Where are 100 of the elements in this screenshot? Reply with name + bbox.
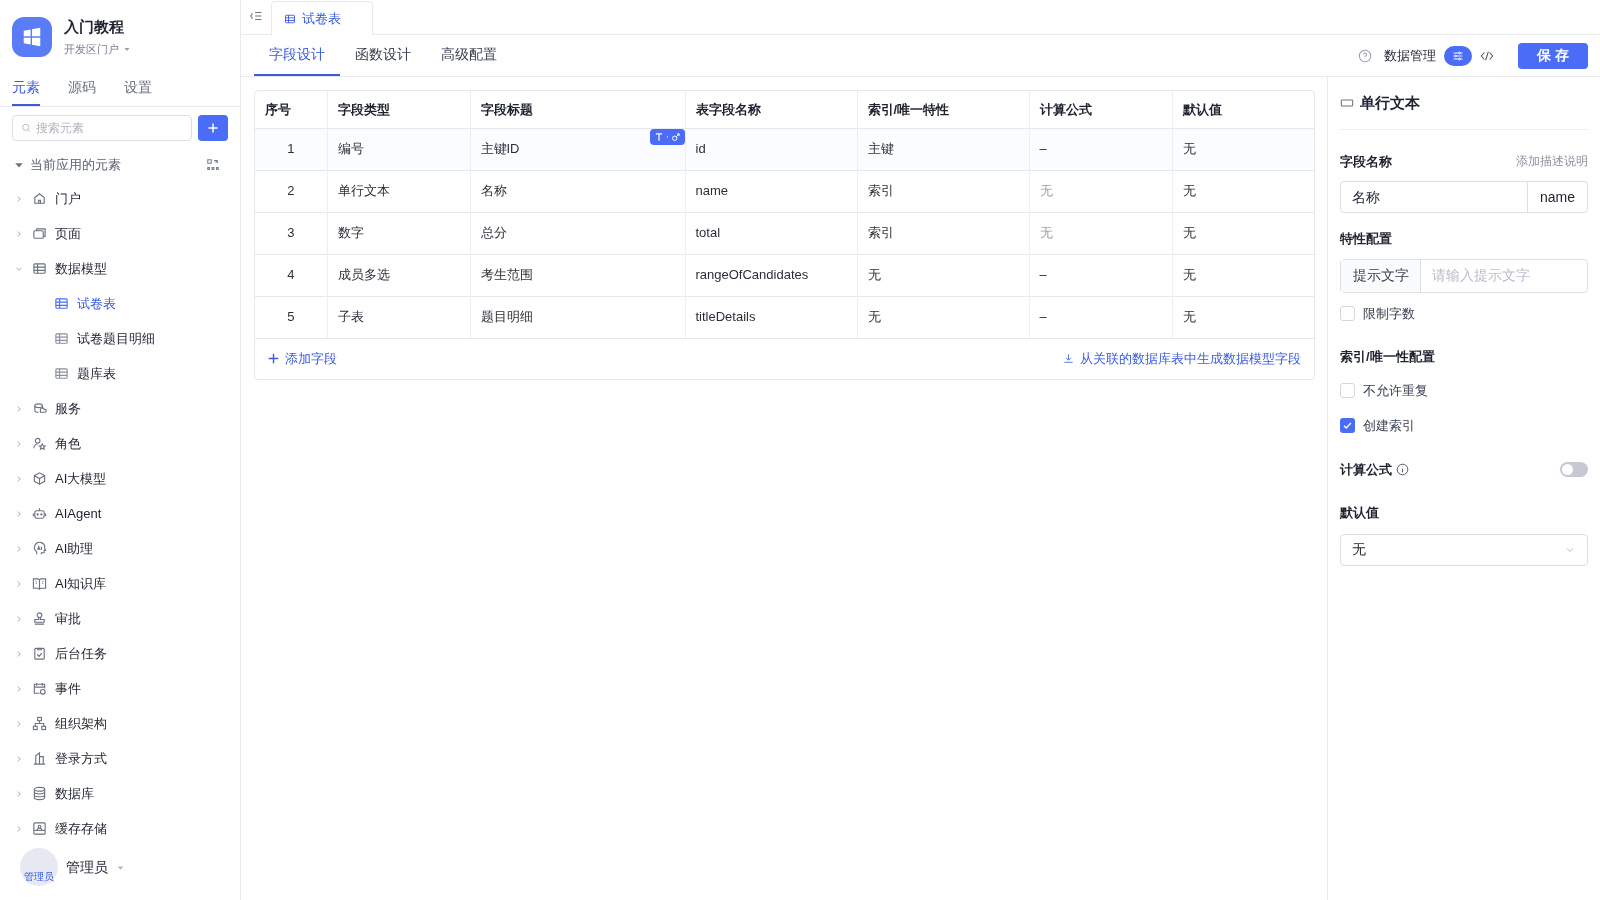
panel-title: 单行文本 xyxy=(1360,93,1420,113)
checkbox[interactable] xyxy=(1340,305,1355,321)
table-cell: 无 xyxy=(867,309,881,325)
tab[interactable]: 函数设计 xyxy=(340,35,426,76)
building-icon xyxy=(32,751,47,766)
save-button[interactable]: 保 存 xyxy=(1518,42,1588,69)
add-button[interactable] xyxy=(198,115,228,141)
checkmark-icon xyxy=(1342,420,1353,432)
tab[interactable]: 字段设计 xyxy=(254,35,340,76)
table-cell: name xyxy=(695,183,729,199)
table-cell: rangeOfCandidates xyxy=(695,267,809,283)
tree-item[interactable]: 组织架构 xyxy=(0,706,240,741)
table-icon xyxy=(54,296,69,311)
checkbox-label: 创建索引 xyxy=(1363,417,1415,435)
table-row[interactable]: 2 单行文本 名称 name 索引 无 无 xyxy=(255,170,1314,212)
field-name-input[interactable]: name xyxy=(1527,182,1587,212)
calendar-clock-icon xyxy=(32,681,47,696)
section-label: 计算公式 xyxy=(1340,460,1392,479)
editor-tab[interactable]: 试卷表 xyxy=(271,1,373,35)
collapse-sidebar-icon[interactable] xyxy=(249,9,263,23)
text-type-icon xyxy=(653,131,664,142)
default-value-select[interactable]: 无 xyxy=(1340,533,1588,566)
table-row[interactable]: 5 子表 题目明细 titleDetails 无 – 无 xyxy=(255,296,1314,338)
hint-text-input-group[interactable]: 提示文字 请输入提示文字 xyxy=(1340,258,1588,293)
column-header: 计算公式 xyxy=(1029,91,1172,128)
user-name[interactable]: 管理员 xyxy=(66,856,108,878)
tree-item[interactable]: AIAgent xyxy=(0,496,240,531)
tree-item[interactable]: 页面 xyxy=(0,216,240,251)
column-header: 序号 xyxy=(255,91,327,128)
sidebar-tab[interactable]: 元素 xyxy=(12,77,40,106)
field-name-input-group[interactable]: 名称 name xyxy=(1340,181,1588,213)
tree-item[interactable]: 缓存存储 xyxy=(0,811,240,846)
window-logo-icon xyxy=(21,25,43,48)
generate-fields-link[interactable]: 从关联的数据库表中生成数据模型字段 xyxy=(1063,348,1301,369)
table-cell: 考生范围 xyxy=(480,267,533,283)
add-field-button[interactable]: 添加字段 xyxy=(268,348,337,369)
help-icon[interactable] xyxy=(1358,48,1373,63)
user-star-icon xyxy=(32,436,47,451)
table-cell: 3 xyxy=(287,225,295,241)
tree-item[interactable]: 事件 xyxy=(0,671,240,706)
tab[interactable]: 高级配置 xyxy=(426,35,512,76)
table-cell: 无 xyxy=(1182,309,1196,325)
hint-text-input[interactable]: 请输入提示文字 xyxy=(1421,259,1587,292)
table-row[interactable]: 1 编号 主键ID id 主键 – 无 xyxy=(255,128,1314,170)
table-cell: titleDetails xyxy=(695,309,756,325)
data-manage-link[interactable]: 数据管理 xyxy=(1384,45,1437,66)
tree-item[interactable]: 试卷题目明细 xyxy=(0,321,240,356)
robot-icon xyxy=(32,506,47,521)
table-cell: 名称 xyxy=(480,183,507,199)
open-book-icon xyxy=(32,576,47,591)
avatar-label: 管理员 xyxy=(24,871,54,883)
column-header: 默认值 xyxy=(1172,91,1314,128)
cube-icon xyxy=(32,471,47,486)
column-header: 索引/唯一特性 xyxy=(857,91,1029,128)
caret-down-icon[interactable] xyxy=(14,160,24,170)
plus-icon xyxy=(207,122,219,134)
sliders-icon xyxy=(1452,49,1465,62)
table-icon xyxy=(54,366,69,381)
table-cell: 1 xyxy=(287,141,295,157)
checkbox[interactable] xyxy=(1340,418,1355,434)
tree-item[interactable]: 角色 xyxy=(0,426,240,461)
tree-item[interactable]: 门户 xyxy=(0,181,240,216)
org-chart-icon xyxy=(32,716,47,731)
search-input[interactable]: 搜索元素 xyxy=(35,119,183,137)
field-title-input[interactable]: 名称 xyxy=(1341,182,1527,212)
settings-button[interactable] xyxy=(1444,45,1473,66)
tree-item[interactable]: 后台任务 xyxy=(0,636,240,671)
table-icon xyxy=(284,12,296,25)
tree-item[interactable]: 审批 xyxy=(0,601,240,636)
table-cell: id xyxy=(695,141,706,157)
table-cell: 无 xyxy=(1182,267,1196,283)
male-symbol-icon xyxy=(670,131,681,142)
tree-item[interactable]: 登录方式 xyxy=(0,741,240,776)
table-cell: 成员多选 xyxy=(337,267,390,283)
table-cell: 5 xyxy=(287,309,295,325)
tree-item[interactable]: AI大模型 xyxy=(0,461,240,496)
tree-item[interactable]: AI知识库 xyxy=(0,566,240,601)
tree-item[interactable]: 数据模型 xyxy=(0,251,240,286)
sidebar-tab[interactable]: 源码 xyxy=(68,77,96,106)
table-row[interactable]: 3 数字 总分 total 索引 无 无 xyxy=(255,212,1314,254)
pages-icon xyxy=(32,226,47,241)
tree-item[interactable]: 题库表 xyxy=(0,356,240,391)
checkbox[interactable] xyxy=(1340,382,1355,398)
section-label: 特性配置 xyxy=(1340,230,1393,248)
locate-icon[interactable] xyxy=(206,158,220,172)
tree-item[interactable]: AI助理 xyxy=(0,531,240,566)
toggle-switch[interactable] xyxy=(1560,461,1588,477)
portal-selector[interactable]: 开发区门户 xyxy=(64,40,119,57)
tree-item[interactable]: 服务 xyxy=(0,391,240,426)
tree-item[interactable]: 试卷表 xyxy=(0,286,240,321)
table-row[interactable]: 4 成员多选 考生范围 rangeOfCandidates 无 – 无 xyxy=(255,254,1314,296)
app-title: 入门教程 xyxy=(64,17,125,37)
table-cell: 索引 xyxy=(867,183,894,199)
table-cell: 无 xyxy=(1039,183,1053,199)
search-field[interactable]: 搜索元素 xyxy=(12,115,192,141)
sidebar-tab[interactable]: 设置 xyxy=(124,77,152,106)
table-cell: 无 xyxy=(1039,225,1053,241)
tree-item[interactable]: 数据库 xyxy=(0,776,240,811)
section-label: 字段名称 xyxy=(1340,152,1392,171)
table-cell: 子表 xyxy=(337,309,364,325)
